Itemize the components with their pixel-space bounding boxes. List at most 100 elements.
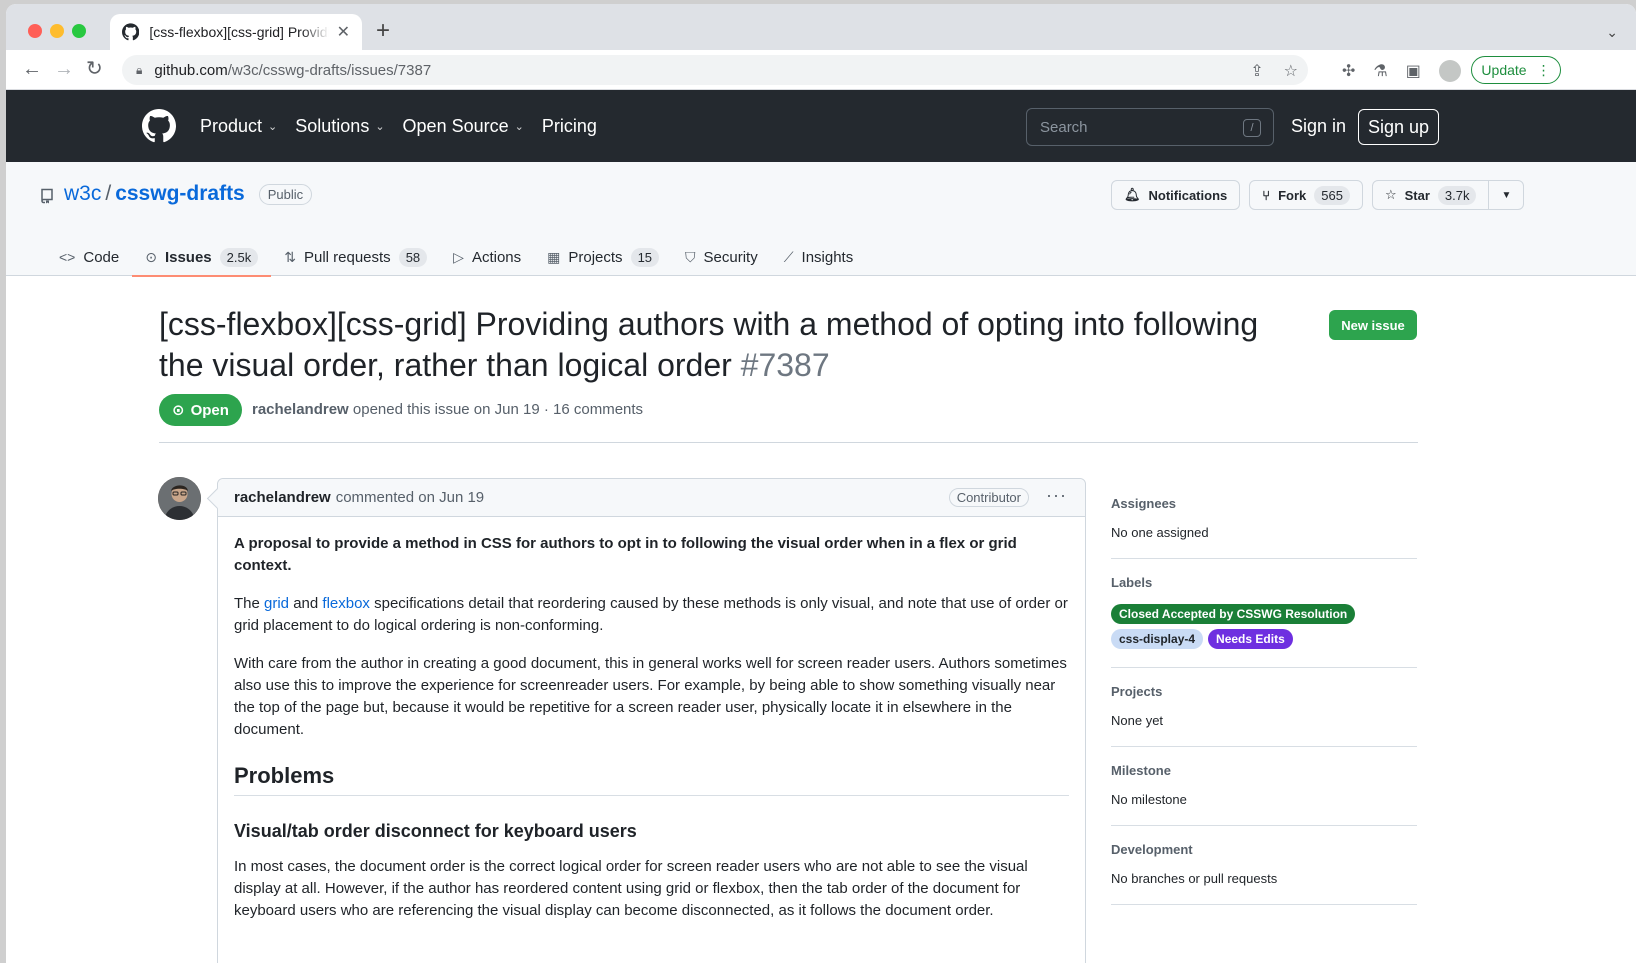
user-portrait-icon: [158, 477, 201, 520]
git-pull-request-icon: ⇅: [284, 248, 296, 265]
search-shortcut-key: /: [1243, 119, 1261, 137]
sign-in-link[interactable]: Sign in: [1291, 116, 1346, 137]
global-nav: Product ⌄ Solutions ⌄ Open Source ⌄ Pricing: [200, 90, 597, 162]
sign-up-button[interactable]: Sign up: [1358, 109, 1440, 145]
subsection-heading: Visual/tab order disconnect for keyboard…: [234, 821, 637, 841]
sidebar-milestone: Milestone No milestone: [1111, 747, 1417, 826]
comment-paragraph: The grid and flexbox specifications deta…: [234, 595, 1068, 634]
bookmark-star-icon[interactable]: ☆: [1284, 61, 1298, 81]
tab-projects[interactable]: ▦ Projects 15: [534, 238, 672, 276]
visibility-badge: Public: [258, 183, 313, 205]
tab-close-icon[interactable]: ✕: [337, 22, 350, 42]
notifications-button[interactable]: 🔔︎ Notifications: [1111, 180, 1241, 210]
new-tab-button[interactable]: +: [376, 19, 390, 43]
star-dropdown-button[interactable]: ▼: [1488, 180, 1525, 210]
sidebar-labels: Labels Closed Accepted by CSSWG Resoluti…: [1111, 559, 1417, 668]
browser-window: [css-flexbox][css-grid] Providing author…: [6, 4, 1636, 963]
more-vertical-icon: ⋮: [1536, 61, 1551, 78]
close-window-button[interactable]: [28, 24, 42, 38]
graph-icon: ⟋: [783, 248, 794, 265]
browser-toolbar: ← → ↻ 🔒︎ github.com/w3c/csswg-drafts/iss…: [6, 50, 1636, 90]
avatar[interactable]: [158, 477, 201, 520]
repo-actions: 🔔︎ Notifications ⑂ Fork 565 ☆ Star 3.7k …: [1111, 180, 1525, 210]
grid-spec-link[interactable]: grid: [264, 595, 289, 612]
fork-button[interactable]: ⑂ Fork 565: [1249, 180, 1363, 210]
search-input[interactable]: Search /: [1026, 108, 1274, 146]
fork-count: 565: [1314, 185, 1350, 205]
github-logo-icon[interactable]: [142, 109, 176, 143]
tab-title: [css-flexbox][css-grid] Providing author…: [149, 24, 328, 40]
side-panel-icon[interactable]: ▣: [1406, 61, 1421, 81]
sidebar-projects: Projects None yet: [1111, 668, 1417, 747]
url-text: github.com/w3c/csswg-drafts/issues/7387: [154, 61, 432, 79]
table-icon: ▦: [547, 248, 561, 265]
issues-count: 2.5k: [219, 247, 259, 267]
sidebar-development: Development No branches or pull requests: [1111, 826, 1417, 905]
nav-solutions[interactable]: Solutions ⌄: [295, 116, 384, 137]
maximize-window-button[interactable]: [72, 24, 86, 38]
back-arrow-icon[interactable]: ←: [22, 59, 42, 79]
address-bar[interactable]: 🔒︎ github.com/w3c/csswg-drafts/issues/73…: [122, 55, 1308, 85]
contributor-badge: Contributor: [948, 488, 1029, 507]
profile-avatar-icon[interactable]: [1438, 60, 1461, 82]
issue-author-link[interactable]: rachelandrew: [252, 401, 349, 418]
browser-tab[interactable]: [css-flexbox][css-grid] Providing author…: [110, 14, 362, 50]
extensions-puzzle-icon[interactable]: ✣: [1342, 61, 1355, 81]
issue-comment: rachelandrew commented on Jun 19 Contrib…: [217, 478, 1086, 963]
labs-flask-icon[interactable]: ⚗: [1373, 61, 1387, 81]
star-group: ☆ Star 3.7k ▼: [1371, 180, 1525, 210]
bell-icon: 🔔︎: [1124, 187, 1141, 202]
repo-breadcrumb: w3c / csswg-drafts Public: [64, 182, 313, 206]
flexbox-spec-link[interactable]: flexbox: [322, 595, 370, 612]
repo-name-link[interactable]: csswg-drafts: [115, 182, 245, 206]
chevron-down-icon: ⌄: [514, 120, 524, 133]
issue-title: [css-flexbox][css-grid] Providing author…: [159, 306, 1259, 383]
chevron-down-icon: ⌄: [375, 120, 385, 133]
repo-header: w3c / csswg-drafts Public 🔔︎ Notificatio…: [6, 162, 1636, 277]
nav-pricing[interactable]: Pricing: [542, 116, 597, 137]
issue-opened-icon: ⊙: [145, 248, 157, 265]
play-icon: ▷: [453, 248, 464, 265]
issue-meta: rachelandrew opened this issue on Jun 19…: [252, 401, 644, 418]
comment-header: rachelandrew commented on Jun 19 Contrib…: [218, 479, 1085, 517]
reload-icon[interactable]: ↻: [86, 59, 103, 79]
tab-strip: [css-flexbox][css-grid] Providing author…: [6, 4, 1636, 50]
issue-state-badge: ⊙ Open: [159, 394, 242, 426]
comment-paragraph: With care from the author in creating a …: [234, 655, 1067, 738]
share-icon[interactable]: ⇪: [1250, 61, 1263, 81]
comment-paragraph: A proposal to provide a method in CSS fo…: [234, 535, 1017, 574]
nav-product[interactable]: Product ⌄: [200, 116, 277, 137]
update-button[interactable]: Update ⋮: [1471, 56, 1561, 84]
comment-timestamp: commented on Jun 19: [335, 489, 485, 506]
issue-label[interactable]: Closed Accepted by CSSWG Resolution: [1111, 604, 1356, 624]
comment-author-link[interactable]: rachelandrew: [234, 489, 331, 506]
star-button[interactable]: ☆ Star 3.7k: [1371, 180, 1490, 210]
path-separator: /: [105, 182, 112, 205]
projects-count: 15: [630, 247, 660, 267]
issue-label[interactable]: Needs Edits: [1208, 629, 1293, 649]
section-heading: Problems: [234, 765, 1069, 796]
tab-actions[interactable]: ▷ Actions: [440, 238, 534, 276]
minimize-window-button[interactable]: [50, 24, 64, 38]
tab-security[interactable]: ⛉ Security: [672, 238, 771, 276]
divider: [159, 442, 1418, 443]
forward-arrow-icon[interactable]: →: [54, 59, 74, 79]
issue-sidebar: Assignees No one assigned Labels Closed …: [1111, 484, 1417, 905]
tab-pull-requests[interactable]: ⇅ Pull requests 58: [271, 238, 440, 276]
nav-open-source[interactable]: Open Source ⌄: [403, 116, 524, 137]
repo-icon: [41, 188, 53, 204]
repo-owner-link[interactable]: w3c: [64, 182, 101, 206]
kebab-horizontal-icon[interactable]: ···: [1046, 485, 1067, 506]
new-issue-button[interactable]: New issue: [1329, 310, 1417, 340]
pull-requests-count: 58: [398, 247, 428, 267]
tab-issues[interactable]: ⊙ Issues 2.5k: [132, 238, 272, 277]
tab-insights[interactable]: ⟋ Insights: [771, 238, 867, 276]
comment-body: A proposal to provide a method in CSS fo…: [218, 517, 1085, 922]
lock-icon: 🔒︎: [136, 62, 143, 77]
tab-code[interactable]: <> Code: [46, 238, 132, 276]
code-icon: <>: [59, 249, 76, 265]
chevron-down-icon[interactable]: ⌄: [1606, 24, 1618, 41]
issue-label[interactable]: css-display-4: [1111, 629, 1204, 649]
issue-number: #7387: [740, 347, 830, 383]
sidebar-assignees: Assignees No one assigned: [1111, 484, 1417, 559]
